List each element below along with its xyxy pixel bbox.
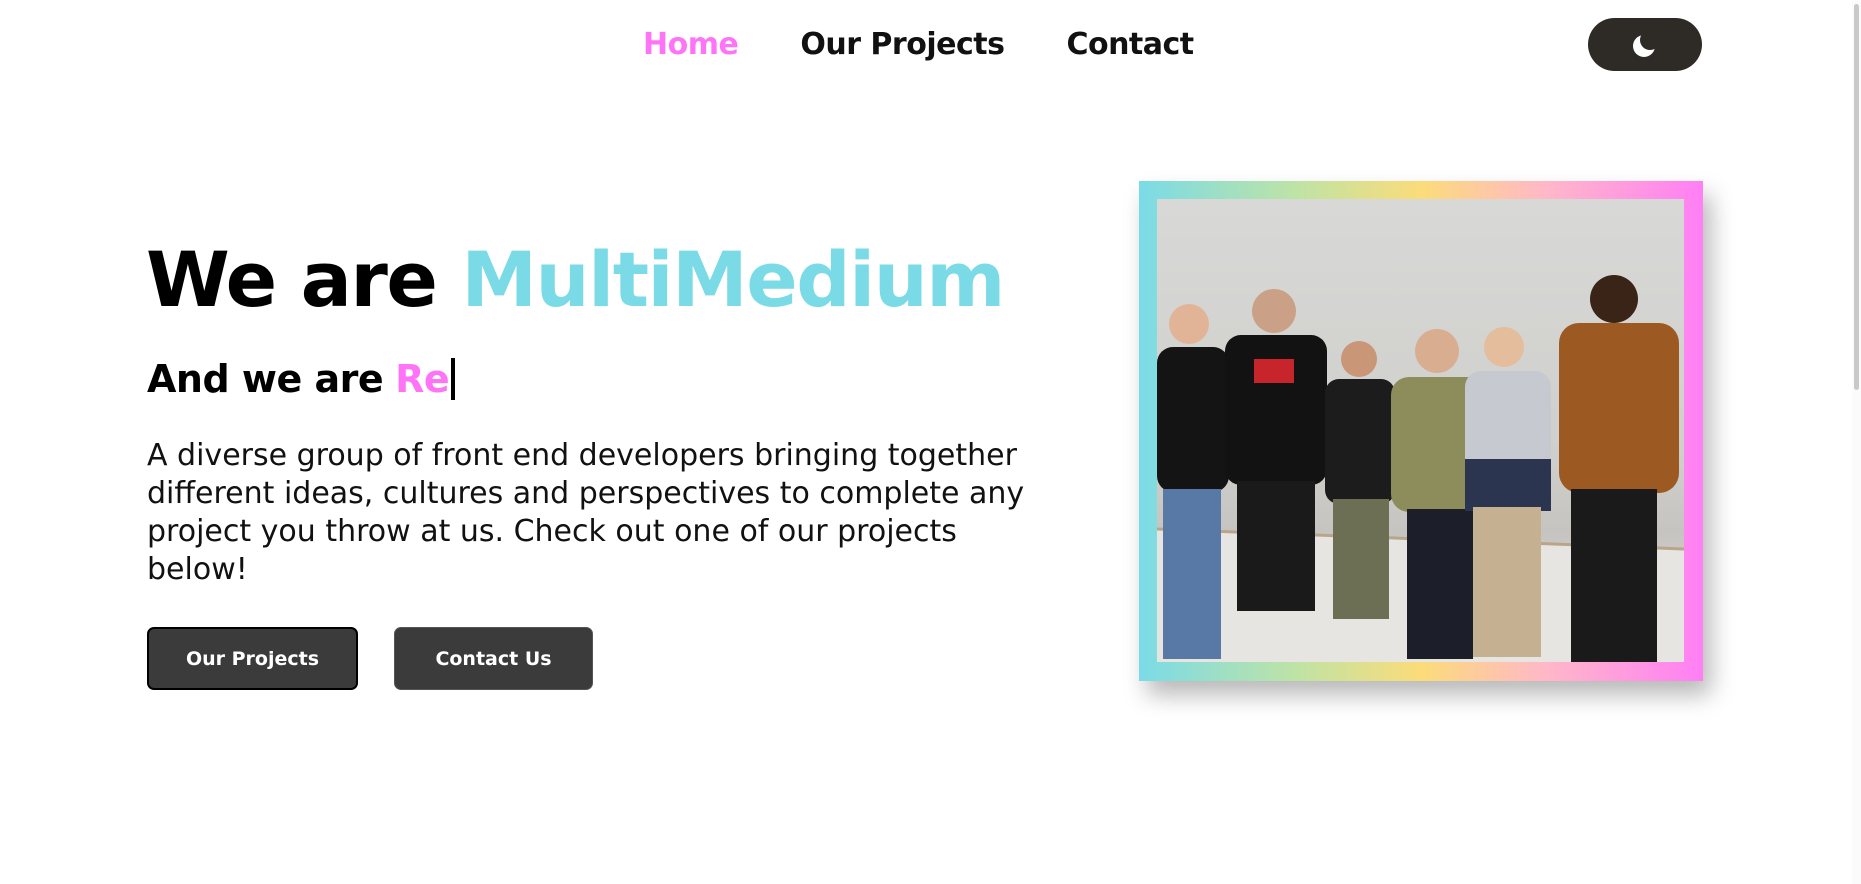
hero-subtitle: And we are Re: [147, 354, 456, 404]
nav-link-our-projects[interactable]: Our Projects: [800, 24, 1005, 66]
hero-subtitle-prefix: And we are: [147, 357, 384, 401]
typing-cursor: [451, 358, 456, 400]
scrollbar-thumb[interactable]: [1854, 4, 1859, 390]
nav-link-contact[interactable]: Contact: [1066, 24, 1194, 66]
team-photo: [1157, 199, 1684, 662]
contact-us-button[interactable]: Contact Us: [394, 627, 593, 690]
our-projects-button[interactable]: Our Projects: [147, 627, 358, 690]
theme-toggle-button[interactable]: [1588, 18, 1702, 71]
nav-link-home[interactable]: Home: [643, 24, 739, 66]
nav-links: Home Our Projects Contact: [643, 24, 1194, 66]
hero-description: A diverse group of front end developers …: [147, 438, 1025, 587]
hero-title-brand: MultiMedium: [461, 235, 1005, 324]
hero-title-prefix: We are: [146, 235, 438, 324]
top-nav: Home Our Projects Contact: [0, 0, 1861, 90]
page: Home Our Projects Contact We are MultiMe…: [0, 0, 1861, 884]
hero-title: We are MultiMedium: [146, 232, 1005, 328]
photo-frame: [1139, 181, 1703, 681]
moon-icon: [1633, 34, 1655, 57]
typed-text: Re: [395, 357, 450, 401]
